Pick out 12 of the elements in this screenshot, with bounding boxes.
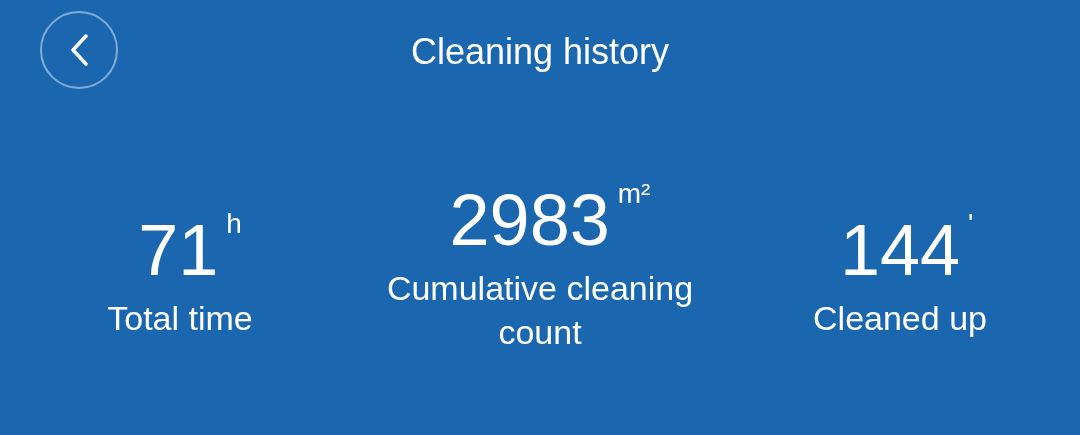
stat-value: 2983 [449, 179, 610, 262]
stat-unit: ' [968, 208, 975, 240]
back-button[interactable] [40, 11, 118, 89]
stat-unit: m² [617, 178, 651, 210]
stat-label: Cleaned up [812, 298, 988, 339]
stat-value: 144 [839, 209, 961, 292]
stat-label: Cumulative cleaning count [385, 268, 695, 353]
stat-label: Total time [106, 298, 254, 339]
chevron-left-icon [68, 33, 90, 67]
stat-unit: h [226, 208, 242, 240]
stat-value: 71 [138, 209, 219, 292]
page-title: Cleaning history [410, 31, 670, 73]
